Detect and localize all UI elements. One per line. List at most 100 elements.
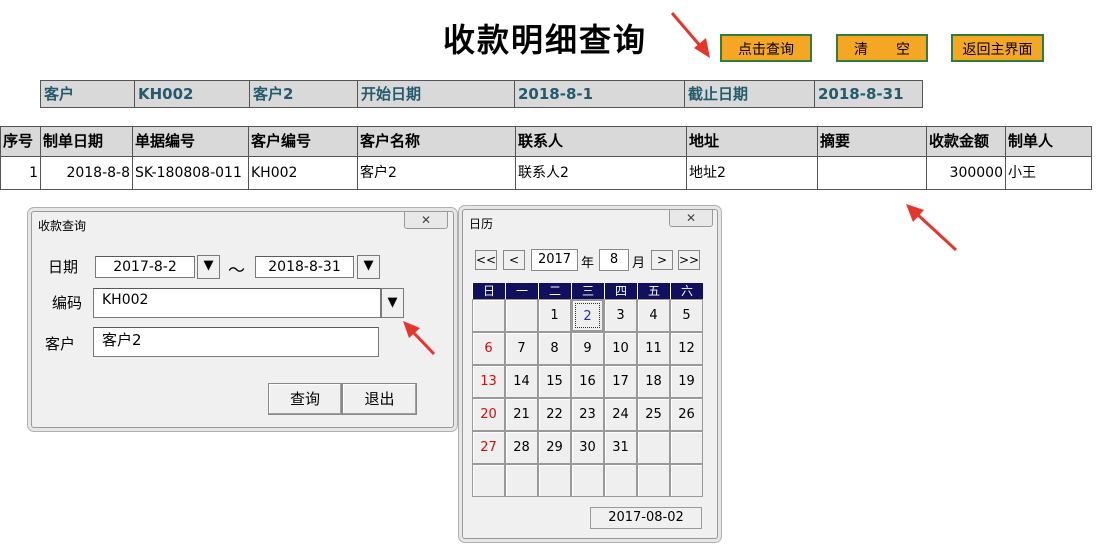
prev-year-button[interactable]: << (475, 250, 497, 270)
close-icon[interactable]: ✕ (404, 211, 448, 229)
weekday-label: 一 (505, 283, 538, 299)
calendar-days: 1 2 3 4 5 6 7 8 9 10 11 12 13 14 15 16 17 18 19 20 21 22 23 24 2… (472, 299, 703, 497)
date-from-dropdown-icon[interactable]: ▼ (197, 255, 220, 279)
calendar-day[interactable]: 23 (571, 398, 604, 431)
calendar-day[interactable]: 17 (604, 365, 637, 398)
calendar-day[interactable]: 10 (604, 332, 637, 365)
calendar-day[interactable]: 6 (472, 332, 505, 365)
query-dialog-title: 收款查询 (38, 219, 87, 233)
calendar-day[interactable]: 15 (538, 365, 571, 398)
calendar-week-row: 6 7 8 9 10 11 12 (472, 332, 703, 365)
date-from-field[interactable]: 2017-8-2 (95, 256, 195, 278)
calendar-day[interactable]: 13 (472, 365, 505, 398)
calendar-day[interactable]: 22 (538, 398, 571, 431)
calendar-dialog-title: 日历 (469, 217, 494, 231)
calendar-grid: 日 一 二 三 四 五 六 1 2 3 4 5 6 7 8 9 10 11 12 13 14 15 16 17 1… (472, 283, 703, 497)
cell-amount: 300000 (926, 156, 1006, 190)
calendar-day[interactable]: 24 (604, 398, 637, 431)
calendar-day[interactable]: 28 (505, 431, 538, 464)
calendar-day[interactable] (604, 464, 637, 497)
calendar-day[interactable]: 27 (472, 431, 505, 464)
calendar-day[interactable] (670, 464, 703, 497)
calendar-day[interactable] (505, 464, 538, 497)
prev-month-button[interactable]: < (503, 250, 525, 270)
calendar-day[interactable] (571, 464, 604, 497)
calendar-day[interactable] (538, 464, 571, 497)
col-header: 制单日期 (40, 126, 133, 157)
col-header: 客户名称 (357, 126, 516, 157)
calendar-day[interactable]: 3 (604, 299, 637, 332)
dialog-exit-button[interactable]: 退出 (342, 383, 417, 415)
date-label: 日期 (48, 258, 79, 276)
calendar-week-row: 20 21 22 23 24 25 26 (472, 398, 703, 431)
calendar-day[interactable]: 11 (637, 332, 670, 365)
calendar-day[interactable]: 9 (571, 332, 604, 365)
calendar-day[interactable]: 7 (505, 332, 538, 365)
calendar-day[interactable]: 19 (670, 365, 703, 398)
annotation-arrow (403, 321, 436, 356)
cell-doc-number: SK-180808-011 (132, 156, 249, 190)
back-to-main-button[interactable]: 返回主界面 (951, 34, 1044, 62)
table-row[interactable]: 1 2018-8-8 SK-180808-011 KH002 客户2 联系人2 … (0, 156, 1092, 190)
calendar-day[interactable] (637, 431, 670, 464)
col-header: 序号 (0, 126, 41, 157)
calendar-week-row: 12345 (472, 299, 703, 332)
weekday-label: 五 (637, 283, 670, 299)
weekday-label: 二 (538, 283, 571, 299)
calendar-day[interactable]: 12 (670, 332, 703, 365)
cell-customer-code: KH002 (248, 156, 358, 190)
calendar-day[interactable]: 31 (604, 431, 637, 464)
calendar-day[interactable]: 2 (571, 299, 604, 332)
calendar-day[interactable] (505, 299, 538, 332)
calendar-day[interactable]: 16 (571, 365, 604, 398)
calendar-day[interactable] (637, 464, 670, 497)
calendar-day[interactable]: 4 (637, 299, 670, 332)
date-range-separator: ～ (228, 261, 245, 281)
code-dropdown-icon[interactable]: ▼ (381, 288, 404, 318)
calendar-day[interactable]: 20 (472, 398, 505, 431)
filter-customer-name: 客户2 (249, 80, 358, 108)
col-header: 客户编号 (248, 126, 358, 157)
month-input[interactable]: 8 (599, 249, 629, 271)
filter-customer-label: 客户 (40, 80, 135, 108)
next-year-button[interactable]: >> (678, 250, 700, 270)
close-icon[interactable]: ✕ (669, 209, 713, 227)
code-label: 编码 (52, 294, 83, 312)
filter-end-label: 截止日期 (684, 80, 815, 108)
weekday-header: 日 一 二 三 四 五 六 (472, 283, 703, 299)
calendar-day[interactable]: 18 (637, 365, 670, 398)
next-month-button[interactable]: > (651, 250, 673, 270)
date-to-field[interactable]: 2018-8-31 (255, 256, 354, 278)
weekday-label: 四 (604, 283, 637, 299)
selected-date-display: 2017-08-02 (590, 507, 702, 529)
calendar-day[interactable]: 26 (670, 398, 703, 431)
customer-field[interactable]: 客户2 (93, 327, 379, 357)
calendar-day[interactable]: 30 (571, 431, 604, 464)
calendar-day[interactable] (472, 299, 505, 332)
filter-start-date: 2018-8-1 (514, 80, 685, 108)
dialog-query-button[interactable]: 查询 (268, 383, 342, 415)
annotation-arrow (906, 204, 958, 252)
col-header: 单据编号 (132, 126, 249, 157)
clear-button[interactable]: 清 空 (836, 34, 928, 62)
annotation-arrow (670, 12, 710, 58)
col-header: 联系人 (515, 126, 687, 157)
calendar-day[interactable]: 25 (637, 398, 670, 431)
date-to-dropdown-icon[interactable]: ▼ (357, 255, 380, 279)
filter-summary-row: 客户 KH002 客户2 开始日期 2018-8-1 截止日期 2018-8-3… (40, 80, 923, 108)
calendar-day[interactable]: 1 (538, 299, 571, 332)
cell-index: 1 (0, 156, 41, 190)
calendar-day[interactable]: 8 (538, 332, 571, 365)
calendar-day[interactable] (670, 431, 703, 464)
code-field[interactable]: KH002 (93, 288, 381, 318)
weekday-label: 六 (670, 283, 703, 299)
calendar-day[interactable] (472, 464, 505, 497)
filter-start-label: 开始日期 (357, 80, 515, 108)
year-input[interactable]: 2017 (531, 249, 578, 271)
calendar-day[interactable]: 5 (670, 299, 703, 332)
calendar-day[interactable]: 29 (538, 431, 571, 464)
calendar-day[interactable]: 14 (505, 365, 538, 398)
calendar-day[interactable]: 21 (505, 398, 538, 431)
query-button[interactable]: 点击查询 (720, 34, 812, 62)
weekday-label: 三 (571, 283, 604, 299)
